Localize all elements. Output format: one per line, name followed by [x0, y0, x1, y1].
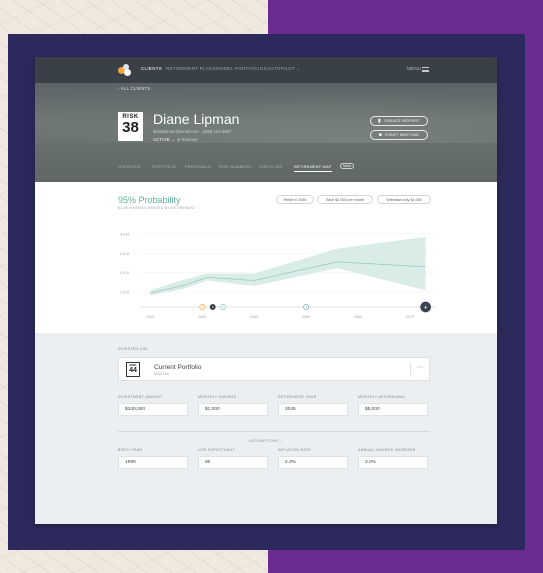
portfolio-card[interactable]: RISK 44 Current Portfolio $100,000 ··· [118, 357, 430, 381]
y-tick-label: 2.0 M [120, 271, 129, 275]
investment-amount-field[interactable]: $100,000 [118, 403, 188, 416]
y-tick-label: 3.0 M [120, 232, 129, 236]
x-tick-label: 2020 [146, 315, 154, 319]
risk-badge-number: 38 [122, 119, 139, 136]
retirement-year-label: RETIREMENT YEAR [278, 395, 317, 399]
nav-retirement-plans[interactable]: RETIREMENT PLANS [166, 66, 216, 71]
withdraw-pill[interactable]: Withdraw only $4,000 [377, 195, 431, 204]
document-icon: ▮ [378, 118, 382, 124]
tab-more[interactable]: More [340, 163, 355, 169]
top-nav: CLIENTS RETIREMENT PLANS MODEL PORTFOLIO… [35, 57, 497, 83]
client-name: Diane Lipman [153, 111, 240, 127]
portfolio-more-button[interactable]: ··· [410, 362, 428, 377]
assumptions-toggle[interactable]: ASSUMPTIONS ⌄ [35, 429, 497, 447]
all-clients-link[interactable]: ‹ ALL CLIENTS [118, 86, 150, 91]
tab-check-ins[interactable]: CHECK-INS [259, 164, 282, 169]
assumptions-label: ASSUMPTIONS ⌄ [244, 439, 288, 443]
nav-model-portfolios[interactable]: MODEL PORTFOLIOS [216, 66, 267, 71]
y-tick-label: 2.5 M [120, 252, 129, 256]
x-tick-label: 2030 [198, 315, 206, 319]
investment-amount-label: INVESTMENT AMOUNT [118, 395, 163, 399]
client-header: ‹ ALL CLIENTS RISK 38 Diane Lipman diane… [35, 83, 497, 182]
marker-label: + [424, 304, 428, 311]
tab-portfolio[interactable]: PORTFOLIO [152, 164, 176, 169]
nav-autopilot[interactable]: AUTOPILOT ⌄ [267, 66, 301, 72]
confidence-band [150, 236, 426, 296]
probability-title: 95% Probability [118, 195, 181, 205]
birth-year-label: BIRTH YEAR [118, 448, 143, 452]
x-tick-label: 2040 [250, 315, 258, 319]
y-tick-label: 1.5 M [120, 291, 129, 295]
monthly-savings-field[interactable]: $1,000 [198, 403, 268, 416]
tab-retirement-map[interactable]: RETIREMENT MAP [294, 164, 332, 172]
tab-risk-numbers[interactable]: RISK NUMBERS [219, 164, 251, 169]
monthly-withdrawal-label: MONTHLY WITHDRAWAL [358, 395, 406, 399]
client-status-dropdown[interactable]: ACTIVE ⌄ [153, 137, 175, 142]
monthly-savings-label: MONTHLY SAVINGS [198, 395, 237, 399]
start-meeting-button[interactable]: ■ START MEETING [370, 130, 428, 140]
life-expectancy-field[interactable]: 90 [198, 456, 268, 469]
retirement-year-field[interactable]: 2045 [278, 403, 348, 416]
probability-subtitle: $2.3M SAVINGS NEEDED BY RETIREMENT [118, 206, 196, 210]
life-expectancy-label: LIFE EXPECTANCY [198, 448, 236, 452]
inflation-rate-field[interactable]: 2.3% [278, 456, 348, 469]
nav-clients[interactable]: CLIENTS [141, 66, 162, 71]
portfolio-value: $100,000 [154, 372, 169, 376]
inflation-rate-label: INFLATION RATE [278, 448, 312, 452]
save-per-month-pill[interactable]: Save $2,000 per month [317, 195, 373, 204]
menu-label[interactable]: MENU [407, 66, 421, 71]
client-contact: dianelipman@email.com · (469) 123-4567 [153, 129, 232, 134]
invested-use-label: INVESTED USE [118, 347, 148, 351]
birth-year-field[interactable]: 1990 [118, 456, 188, 469]
start-meeting-label: START MEETING [385, 133, 420, 137]
video-camera-icon: ■ [378, 132, 383, 138]
tab-proposals[interactable]: PROPOSALS [185, 164, 211, 169]
retirement-projection-chart: 3.0 M 2.5 M 2.0 M 1.5 M 2020 2030 2040 2050 2060… [120, 232, 436, 319]
x-tick-label: 2050 [302, 315, 310, 319]
x-tick-label: 2070 [406, 315, 414, 319]
annual-savings-increase-label: ANNUAL SAVINGS INCREASE [358, 448, 416, 452]
retire-year-pill[interactable]: Retire in 2050 [276, 195, 314, 204]
portfolio-name: Current Portfolio [154, 364, 202, 371]
create-report-button[interactable]: ▮ CREATE REPORT [370, 116, 428, 126]
app-logo-icon[interactable] [118, 64, 132, 76]
x-tick-label: 2060 [354, 315, 362, 319]
annual-savings-increase-field[interactable]: 3.0% [358, 456, 428, 469]
risk-number-badge: RISK 38 [118, 112, 143, 141]
portfolio-risk-badge: RISK 44 [126, 362, 140, 377]
monthly-withdrawal-field[interactable]: $5,000 [358, 403, 428, 416]
create-report-label: CREATE REPORT [384, 119, 420, 123]
app-window: CLIENTS RETIREMENT PLANS MODEL PORTFOLIO… [35, 57, 497, 524]
remove-client-link[interactable]: ⊗ Remove [177, 137, 197, 142]
tab-overview[interactable]: OVERVIEW [118, 164, 141, 169]
portfolio-risk-number: 44 [129, 367, 137, 374]
hamburger-menu-icon[interactable] [422, 67, 429, 72]
